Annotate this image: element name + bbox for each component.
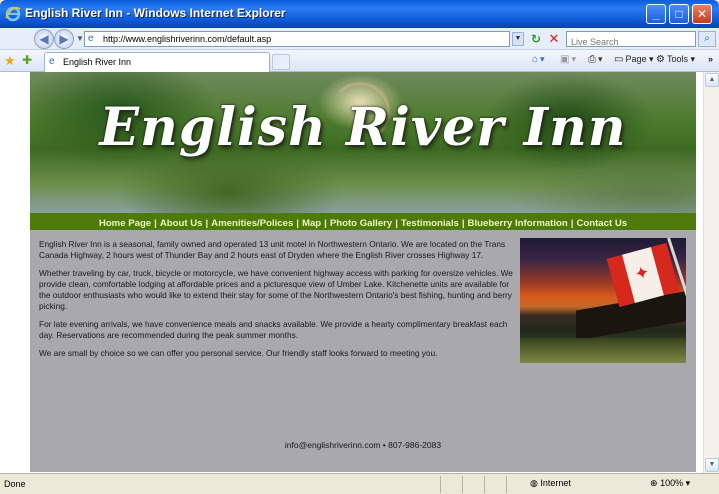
site-title: English River Inn <box>99 97 627 158</box>
zone-label: Internet <box>540 478 571 488</box>
status-divider <box>506 476 507 493</box>
search-icon: ⌕ <box>704 33 710 44</box>
add-favorite-icon[interactable]: ✚ <box>22 53 32 67</box>
gear-icon: ⚙ <box>656 54 665 65</box>
chevron-down-icon: ▼ <box>514 35 522 42</box>
status-divider <box>440 476 441 493</box>
url-text: http://www.englishriverinn.com/default.a… <box>103 34 272 44</box>
search-box <box>566 31 696 49</box>
print-icon: ⎙ <box>588 54 596 65</box>
site-container: English River Inn Home Page | About Us | Ame… <box>30 72 696 472</box>
forward-button[interactable]: ▶ <box>54 29 74 49</box>
search-button[interactable]: ⌕ <box>698 31 716 47</box>
canadian-flag-photo: ✦ <box>520 238 686 363</box>
status-text: Done <box>4 479 26 489</box>
scroll-up-button[interactable]: ▲ <box>705 73 719 87</box>
nav-separator: | <box>324 218 327 229</box>
nav-contact[interactable]: Contact Us <box>576 218 627 229</box>
home-icon: ⌂ <box>532 54 539 65</box>
nav-separator: | <box>154 218 157 229</box>
page-icon: ▭ <box>614 54 624 65</box>
contact-info: info@englishriverinn.com • 807-986-2083 <box>284 440 442 450</box>
nav-amenities[interactable]: Amenities/Polices <box>211 218 293 229</box>
favorites-star-icon[interactable]: ★ <box>4 53 16 69</box>
page-menu-label: Page <box>625 54 647 64</box>
feeds-button[interactable]: ▣ ▾ <box>560 54 576 65</box>
window-title: English River Inn - Windows Internet Exp… <box>25 6 286 20</box>
vertical-scrollbar[interactable]: ▲ ▼ <box>703 72 719 473</box>
close-button[interactable]: ✕ <box>692 4 712 24</box>
nav-testimonials[interactable]: Testimonials <box>401 218 459 229</box>
status-divider <box>484 476 485 493</box>
security-zone[interactable]: ◍ Internet <box>530 478 571 489</box>
status-bar: Done ◍ Internet ⊕ 100% ▾ <box>0 473 719 494</box>
intro-paragraph: English River Inn is a seasonal, family … <box>39 239 506 260</box>
tab-english-river-inn[interactable]: e English River Inn <box>44 52 270 72</box>
nav-map[interactable]: Map <box>302 218 321 229</box>
page-icon: e <box>88 33 94 44</box>
intro-text: English River Inn is a seasonal, family … <box>39 239 516 366</box>
feeds-icon: ▣ <box>560 54 570 65</box>
nav-home[interactable]: Home Page <box>99 218 151 229</box>
minimize-button[interactable]: _ <box>646 4 666 24</box>
internet-explorer-icon <box>5 6 21 22</box>
zoom-label: 100% <box>660 478 684 488</box>
zoom-icon: ⊕ <box>650 478 658 488</box>
intro-paragraph: For late evening arrivals, we have conve… <box>39 319 508 340</box>
back-button[interactable]: ◀ <box>34 29 54 49</box>
new-tab-button[interactable] <box>272 54 290 70</box>
recent-pages-dropdown-icon[interactable]: ▼ <box>76 34 84 43</box>
tools-menu-label: Tools <box>666 54 688 64</box>
print-button[interactable]: ⎙ ▾ <box>588 54 603 65</box>
stop-button[interactable]: ✕ <box>546 31 562 47</box>
page-menu[interactable]: ▭ Page ▾ <box>614 54 654 65</box>
nav-blueberry[interactable]: Blueberry Information <box>468 218 568 229</box>
grass <box>520 338 686 363</box>
back-arrow-icon: ◀ <box>39 32 49 46</box>
tools-menu[interactable]: ⚙ Tools ▾ <box>656 54 695 65</box>
nav-separator: | <box>395 218 398 229</box>
status-divider <box>462 476 463 493</box>
tab-label: English River Inn <box>63 57 132 67</box>
globe-icon: ◍ <box>530 478 538 488</box>
search-input[interactable] <box>567 35 677 49</box>
site-banner: English River Inn <box>30 72 696 213</box>
nav-separator: | <box>205 218 209 229</box>
nav-about[interactable]: About Us <box>160 218 203 229</box>
title-bar[interactable]: English River Inn - Windows Internet Exp… <box>0 0 719 28</box>
refresh-button[interactable]: ↻ <box>528 31 544 47</box>
intro-paragraph: We are small by choice so we can offer y… <box>39 348 438 358</box>
scroll-down-button[interactable]: ▼ <box>705 458 719 472</box>
address-dropdown-button[interactable]: ▼ <box>512 32 524 46</box>
zoom-control[interactable]: ⊕ 100% ▾ <box>650 478 690 489</box>
site-nav: Home Page | About Us | Amenities/Polices | Map… <box>30 213 696 230</box>
page-viewport: English River Inn Home Page | About Us | Ame… <box>0 72 703 473</box>
refresh-icon: ↻ <box>530 32 542 46</box>
browser-window: English River Inn - Windows Internet Exp… <box>0 0 719 494</box>
nav-photo-gallery[interactable]: Photo Gallery <box>330 218 392 229</box>
page-icon: e <box>49 56 55 67</box>
home-button[interactable]: ⌂ ▾ <box>532 54 545 65</box>
stop-icon: ✕ <box>548 31 560 46</box>
nav-separator: | <box>296 218 299 229</box>
forward-arrow-icon: ▶ <box>59 32 69 46</box>
address-bar: ◀ ▶ ▼ e http://www.englishriverinn.com/d… <box>0 28 719 50</box>
nav-separator: | <box>461 218 465 229</box>
tab-bar: ★ ✚ e English River Inn ⌂ ▾ ▣ ▾ ⎙ ▾ ▭ Page ▾… <box>0 50 719 72</box>
address-input[interactable]: e http://www.englishriverinn.com/default… <box>84 31 510 47</box>
more-commands-button[interactable]: » <box>708 54 713 64</box>
maximize-button[interactable]: □ <box>669 4 689 24</box>
intro-paragraph: Whether traveling by car, truck, bicycle… <box>39 268 513 311</box>
